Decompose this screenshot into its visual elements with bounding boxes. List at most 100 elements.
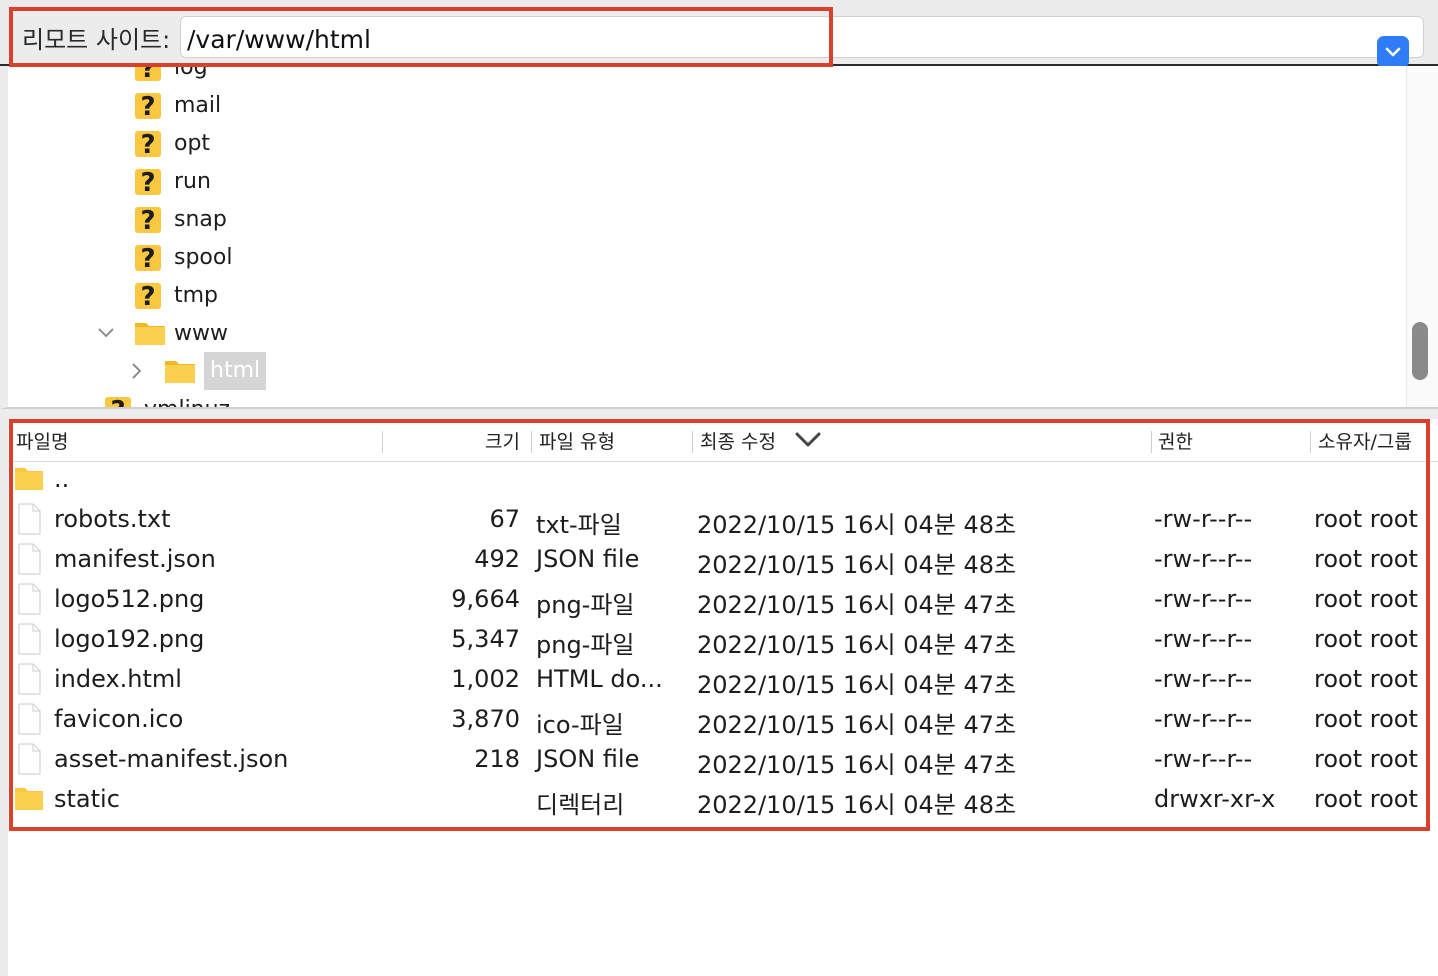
tree-item-label: spool (174, 244, 233, 270)
file-modified-cell: 2022/10/15 16시 04분 48초 (697, 551, 1017, 579)
file-type-cell: HTML do... (536, 665, 663, 693)
file-owner-cell: root root (1314, 505, 1418, 533)
svg-text:?: ? (140, 244, 155, 273)
file-size-cell: 9,664 (451, 585, 520, 613)
file-permissions-cell: -rw-r--r-- (1154, 705, 1253, 733)
file-row[interactable]: logo512.png 9,664 png-파일 2022/10/15 16시 04분… (8, 579, 1438, 619)
tree-item-label: opt (174, 130, 211, 156)
path-dropdown-button[interactable] (1377, 36, 1409, 68)
column-header-modified[interactable]: 최종 수정 (700, 425, 776, 459)
pane-splitter[interactable] (0, 409, 1438, 419)
parent-directory-row[interactable]: .. (8, 459, 1438, 499)
chevron-right-icon[interactable] (126, 361, 146, 381)
file-owner-cell: root root (1314, 665, 1418, 693)
remote-file-list[interactable]: 파일명 크기 파일 유형 최종 수정 권한 소유자/그룹 .. robots.t… (0, 419, 1438, 976)
column-divider[interactable] (531, 431, 532, 453)
tree-item-label: www (174, 320, 228, 346)
file-row[interactable]: robots.txt 67 txt-파일 2022/10/15 16시 04분 48초… (8, 499, 1438, 539)
file-row[interactable]: favicon.ico 3,870 ico-파일 2022/10/15 16시 04분… (8, 699, 1438, 739)
file-size-cell: 1,002 (451, 665, 520, 693)
tree-item-label: run (174, 168, 211, 194)
unknown-folder-icon: ? (135, 206, 161, 235)
tree-item[interactable]: ? snap (134, 200, 227, 238)
remote-site-label: 리모트 사이트: (22, 26, 171, 54)
tree-scrollbar-track[interactable] (1406, 66, 1438, 407)
svg-text:?: ? (140, 130, 155, 159)
svg-text:?: ? (140, 206, 155, 235)
file-name-cell: asset-manifest.json (54, 745, 289, 773)
file-row[interactable]: index.html 1,002 HTML do... 2022/10/15 16시 … (8, 659, 1438, 699)
file-row[interactable]: manifest.json 492 JSON file 2022/10/15 16시 … (8, 539, 1438, 579)
tree-scrollbar-thumb[interactable] (1412, 322, 1428, 380)
tree-item[interactable]: www (134, 314, 228, 352)
file-modified-cell: 2022/10/15 16시 04분 47초 (697, 591, 1017, 619)
folder-icon (15, 468, 43, 490)
file-permissions-cell: -rw-r--r-- (1154, 585, 1253, 613)
file-icon (18, 743, 41, 775)
column-divider[interactable] (1151, 431, 1152, 453)
file-owner-cell: root root (1314, 625, 1418, 653)
file-row[interactable]: logo192.png 5,347 png-파일 2022/10/15 16시 04분… (8, 619, 1438, 659)
file-modified-cell: 2022/10/15 16시 04분 48초 (697, 511, 1017, 539)
file-icon (18, 703, 41, 735)
unknown-folder-icon: ? (135, 282, 161, 311)
column-header-size[interactable]: 크기 (485, 425, 520, 459)
remote-path-value[interactable]: /var/www/html (187, 25, 371, 54)
file-type-cell: 디렉터리 (536, 791, 625, 819)
file-icon (18, 543, 41, 575)
file-type-cell: ico-파일 (536, 711, 624, 739)
tree-item[interactable]: ? log (134, 66, 208, 86)
file-row[interactable]: asset-manifest.json 218 JSON file 2022/10/1… (8, 739, 1438, 779)
tree-item[interactable]: html (164, 352, 267, 390)
column-divider[interactable] (382, 431, 383, 453)
file-name-cell: logo192.png (54, 625, 205, 653)
tree-item-label: snap (174, 206, 227, 232)
remote-site-bar: 리모트 사이트: /var/www/html (0, 0, 1438, 68)
column-header-name[interactable]: 파일명 (16, 425, 68, 459)
sort-descending-icon[interactable] (794, 429, 822, 449)
remote-directory-tree[interactable]: ? log? mail? opt? run? snap? spool ? tmp www html?… (0, 66, 1438, 409)
file-modified-cell: 2022/10/15 16시 04분 47초 (697, 631, 1017, 659)
column-divider[interactable] (1310, 431, 1311, 453)
svg-text:?: ? (140, 92, 155, 121)
tree-item[interactable]: ? tmp (134, 276, 218, 314)
tree-item[interactable]: ? mail (134, 86, 221, 124)
unknown-folder-icon: ? (135, 168, 161, 197)
file-size-cell: 492 (474, 545, 520, 573)
column-divider[interactable] (692, 431, 693, 453)
file-modified-cell: 2022/10/15 16시 04분 47초 (697, 751, 1017, 779)
tree-item[interactable]: ? opt (134, 124, 210, 162)
column-header-owner[interactable]: 소유자/그룹 (1318, 425, 1412, 459)
file-size-cell: 5,347 (451, 625, 520, 653)
tree-item[interactable]: ? vmlinuz (104, 390, 230, 407)
tree-item[interactable]: ? spool (134, 238, 232, 276)
file-permissions-cell: -rw-r--r-- (1154, 745, 1253, 773)
file-type-cell: JSON file (536, 545, 640, 573)
unknown-folder-icon: ? (135, 92, 161, 121)
file-type-cell: txt-파일 (536, 511, 622, 539)
file-row[interactable]: static 디렉터리 2022/10/15 16시 04분 48초 drwxr-xr… (8, 779, 1438, 819)
file-owner-cell: root root (1314, 745, 1418, 773)
file-permissions-cell: -rw-r--r-- (1154, 545, 1253, 573)
file-type-cell: png-파일 (536, 631, 635, 659)
column-header-permissions[interactable]: 권한 (1158, 425, 1193, 459)
file-name-cell: static (54, 785, 120, 813)
unknown-folder-icon: ? (135, 130, 161, 159)
folder-icon (135, 323, 165, 345)
parent-directory-label: .. (54, 465, 70, 493)
file-modified-cell: 2022/10/15 16시 04분 47초 (697, 671, 1017, 699)
file-size-cell: 218 (474, 745, 520, 773)
column-header-type[interactable]: 파일 유형 (539, 425, 615, 459)
file-size-cell: 67 (489, 505, 520, 533)
folder-icon (15, 788, 43, 810)
file-permissions-cell: -rw-r--r-- (1154, 505, 1253, 533)
file-modified-cell: 2022/10/15 16시 04분 47초 (697, 711, 1017, 739)
remote-path-combobox[interactable]: /var/www/html (180, 16, 1424, 68)
svg-text:?: ? (140, 168, 155, 197)
file-owner-cell: root root (1314, 585, 1418, 613)
tree-item[interactable]: ? run (134, 162, 211, 200)
file-type-cell: png-파일 (536, 591, 635, 619)
file-size-cell: 3,870 (451, 705, 520, 733)
chevron-down-icon[interactable] (96, 323, 116, 343)
unknown-folder-icon: ? (135, 244, 161, 273)
